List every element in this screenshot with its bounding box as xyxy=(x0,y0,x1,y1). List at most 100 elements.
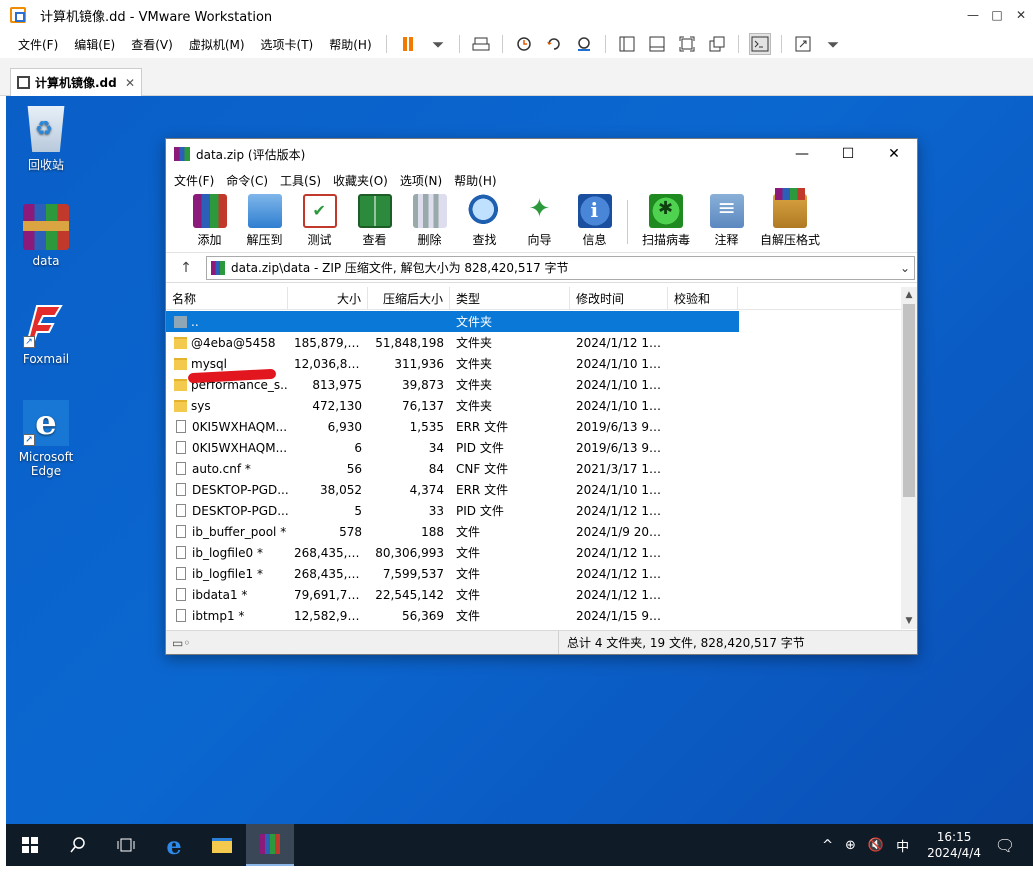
close-button[interactable]: ✕ xyxy=(1009,8,1033,22)
menu-help[interactable]: 帮助(H) xyxy=(321,36,379,53)
folder-icon xyxy=(174,399,187,412)
menu-tabs[interactable]: 选项卡(T) xyxy=(253,36,322,53)
desktop-icon-edge[interactable]: e ↗ Microsoft Edge xyxy=(8,400,84,478)
console-view-button[interactable] xyxy=(748,33,771,55)
desktop-icon-recycle-bin[interactable]: 回收站 xyxy=(8,106,84,173)
table-row[interactable]: 0KI5WXHAQM... 6 34 PID 文件 2019/6/13 9:35 xyxy=(166,437,901,458)
taskbar-edge[interactable]: e xyxy=(150,824,198,866)
send-ctrl-alt-del-button[interactable] xyxy=(470,33,492,55)
search-button[interactable] xyxy=(54,824,102,866)
winrar-menu-file[interactable]: 文件(F) xyxy=(168,172,220,189)
revert-snapshot-button[interactable] xyxy=(543,33,565,55)
menu-file[interactable]: 文件(F) xyxy=(10,36,66,53)
archive-icon xyxy=(211,260,225,275)
cell-modified: 2021/3/17 15... xyxy=(576,461,668,476)
vm-tab[interactable]: 计算机镜像.dd ✕ xyxy=(10,68,142,96)
tab-close-icon[interactable]: ✕ xyxy=(125,76,135,90)
scroll-down-icon[interactable]: ▼ xyxy=(901,613,917,629)
chevron-down-icon[interactable]: ⌄ xyxy=(900,261,910,275)
winrar-menu-help[interactable]: 帮助(H) xyxy=(448,172,502,189)
comment-button[interactable]: 注释 xyxy=(699,192,754,252)
menu-vm[interactable]: 虚拟机(M) xyxy=(181,36,253,53)
delete-button[interactable]: 删除 xyxy=(402,192,457,252)
table-row[interactable]: performance_s... 813,975 39,873 文件夹 2024/1/1… xyxy=(166,374,901,395)
full-screen-button[interactable] xyxy=(676,33,698,55)
table-row[interactable]: ib_logfile1 * 268,435,4... 7,599,537 文件 2024… xyxy=(166,563,901,584)
table-row[interactable]: ibdata1 * 79,691,776 22,545,142 文件 2024/1/12… xyxy=(166,584,901,605)
table-row[interactable]: ibtmp1 * 12,582,912 56,369 文件 2024/1/15 9:56 xyxy=(166,605,901,626)
winrar-menu-tools[interactable]: 工具(S) xyxy=(274,172,327,189)
winrar-close-button[interactable]: ✕ xyxy=(871,146,917,162)
taskbar-file-explorer[interactable] xyxy=(198,824,246,866)
desktop-icon-data[interactable]: data xyxy=(8,204,84,268)
column-packed[interactable]: 压缩后大小 xyxy=(368,287,450,309)
file-icon xyxy=(176,420,186,433)
winrar-menu-commands[interactable]: 命令(C) xyxy=(220,172,274,189)
network-icon[interactable]: ⊕ xyxy=(845,838,856,853)
add-button[interactable]: 添加 xyxy=(182,192,237,252)
vmware-status-bar xyxy=(0,866,1033,872)
table-row[interactable]: 0KI5WXHAQM... 6,930 1,535 ERR 文件 2019/6/13 9… xyxy=(166,416,901,437)
show-thumbnail-bar-button[interactable] xyxy=(646,33,668,55)
table-row[interactable]: auto.cnf * 56 84 CNF 文件 2021/3/17 15... xyxy=(166,458,901,479)
status-drive-icon[interactable]: ▭◦ xyxy=(166,636,558,650)
column-size[interactable]: 大小 xyxy=(288,287,368,309)
winrar-maximize-button[interactable]: ☐ xyxy=(825,146,871,162)
pause-button[interactable] xyxy=(397,33,419,55)
notification-icon[interactable]: 🗨 xyxy=(993,836,1017,855)
column-name[interactable]: 名称 xyxy=(166,287,288,309)
input-method-indicator[interactable]: 中 xyxy=(896,836,909,855)
up-arrow-icon[interactable]: ↑ xyxy=(166,260,206,276)
tray-overflow-icon[interactable]: ^ xyxy=(822,838,833,853)
pause-dropdown[interactable] xyxy=(427,33,449,55)
extract-to-button[interactable]: 解压到 xyxy=(237,192,292,252)
show-library-button[interactable] xyxy=(616,33,638,55)
column-type[interactable]: 类型 xyxy=(450,287,570,309)
path-combobox[interactable]: data.zip\data - ZIP 压缩文件, 解包大小为 828,420,… xyxy=(206,255,915,280)
winrar-menu-options[interactable]: 选项(N) xyxy=(394,172,448,189)
sfx-button[interactable]: 自解压格式 xyxy=(754,188,826,252)
table-row[interactable]: ib_buffer_pool * 578 188 文件 2024/1/9 20:02 xyxy=(166,521,901,542)
file-list[interactable]: 名称 大小 压缩后大小 类型 修改时间 校验和 .. 文件夹 @4eba@5458 1… xyxy=(166,287,917,629)
maximize-button[interactable]: □ xyxy=(985,8,1009,22)
stretch-dropdown[interactable] xyxy=(822,33,844,55)
unity-button[interactable] xyxy=(706,33,728,55)
edge-icon: e xyxy=(166,830,182,860)
stretch-guest-button[interactable] xyxy=(792,33,814,55)
info-button[interactable]: 信息 xyxy=(567,192,622,252)
minimize-button[interactable]: — xyxy=(961,8,985,22)
task-view-button[interactable] xyxy=(102,824,150,866)
taskbar-winrar[interactable] xyxy=(246,824,294,866)
table-row[interactable]: sys 472,130 76,137 文件夹 2024/1/10 11... xyxy=(166,395,901,416)
table-row[interactable]: DESKTOP-PGD... 5 33 PID 文件 2024/1/12 17... xyxy=(166,500,901,521)
menu-edit[interactable]: 编辑(E) xyxy=(66,36,123,53)
table-row[interactable]: ib_logfile0 * 268,435,4... 80,306,993 文件 202… xyxy=(166,542,901,563)
find-button[interactable]: 查找 xyxy=(457,192,512,252)
taskbar-clock[interactable]: 16:15 2024/4/4 xyxy=(927,829,981,861)
winrar-menu-favorites[interactable]: 收藏夹(O) xyxy=(327,172,394,189)
scan-virus-button[interactable]: 扫描病毒 xyxy=(633,192,699,252)
wizard-button[interactable]: 向导 xyxy=(512,192,567,252)
winrar-titlebar[interactable]: data.zip (评估版本) — ☐ ✕ xyxy=(166,139,917,169)
desktop-icon-foxmail[interactable]: ↗ Foxmail xyxy=(8,302,84,366)
table-row[interactable]: mysql 12,036,804 311,936 文件夹 2024/1/10 11... xyxy=(166,353,901,374)
vertical-scrollbar[interactable]: ▲ ▼ xyxy=(901,287,917,629)
volume-muted-icon[interactable]: 🔇 xyxy=(868,838,884,853)
scroll-thumb[interactable] xyxy=(903,304,915,497)
menu-view[interactable]: 查看(V) xyxy=(123,36,181,53)
view-button[interactable]: 查看 xyxy=(347,192,402,252)
scroll-up-icon[interactable]: ▲ xyxy=(901,287,917,303)
snapshot-button[interactable] xyxy=(513,33,535,55)
cell-modified: 2024/1/9 20:02 xyxy=(576,524,668,539)
cell-packed: 22,545,142 xyxy=(375,587,444,602)
winrar-minimize-button[interactable]: — xyxy=(779,146,825,162)
cell-name: ib_buffer_pool * xyxy=(166,525,288,539)
column-crc[interactable]: 校验和 xyxy=(668,287,738,309)
snapshot-manager-button[interactable] xyxy=(573,33,595,55)
table-row[interactable]: DESKTOP-PGD... 38,052 4,374 ERR 文件 2024/1/10… xyxy=(166,479,901,500)
column-modified[interactable]: 修改时间 xyxy=(570,287,668,309)
table-row[interactable]: .. 文件夹 xyxy=(166,311,739,332)
test-button[interactable]: 测试 xyxy=(292,192,347,252)
table-row[interactable]: @4eba@5458 185,879,7... 51,848,198 文件夹 2024/… xyxy=(166,332,901,353)
start-button[interactable] xyxy=(6,824,54,866)
